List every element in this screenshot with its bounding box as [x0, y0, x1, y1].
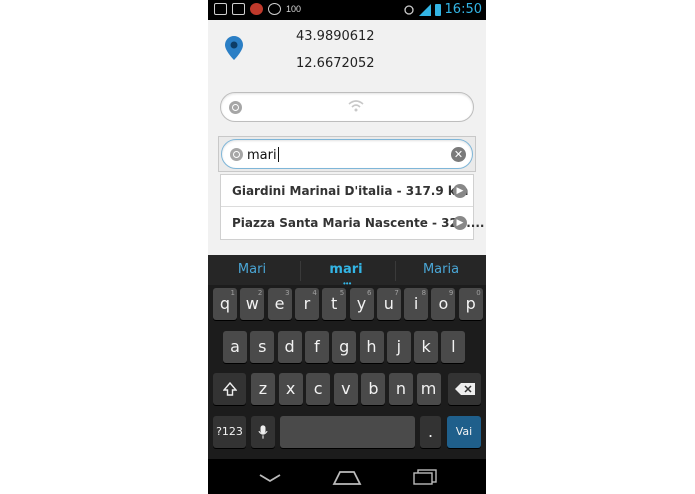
- notification-icons: 100: [214, 3, 301, 15]
- key-e[interactable]: 3e: [267, 288, 292, 320]
- image-icon: [232, 3, 245, 15]
- key-v[interactable]: v: [333, 373, 358, 405]
- prediction-center[interactable]: mari: [314, 262, 378, 277]
- prediction-bar: Mari mari Maria •••: [208, 255, 486, 288]
- clock: 16:50: [444, 2, 482, 17]
- suggestion-text: Piazza Santa Maria Nascente - 324....: [232, 216, 485, 230]
- sync-icon: [403, 4, 414, 15]
- latitude-value: 43.9890612: [296, 29, 375, 44]
- suggestion-text: Giardini Marinai D'italia - 317.9 km: [232, 184, 469, 198]
- backspace-key[interactable]: [448, 373, 481, 405]
- key-j[interactable]: j: [386, 331, 411, 363]
- key-t[interactable]: 5t: [322, 288, 347, 320]
- key-hint: 4: [312, 289, 317, 297]
- home-icon[interactable]: [332, 469, 362, 485]
- key-label: q: [219, 294, 231, 313]
- key-a[interactable]: a: [223, 331, 247, 363]
- battery-icon: [434, 3, 441, 16]
- key-hint: 5: [339, 289, 345, 297]
- prediction-divider: [395, 261, 396, 281]
- search-query: mari: [247, 148, 277, 163]
- symbols-key[interactable]: ?123: [213, 416, 246, 448]
- search-field-container: mari ✕: [218, 136, 476, 172]
- key-label: e: [274, 294, 285, 313]
- key-label: t: [331, 294, 338, 313]
- go-key[interactable]: Vai: [447, 416, 481, 448]
- backspace-icon: [454, 383, 475, 395]
- prediction-divider: [300, 261, 301, 281]
- chevron-right-icon: ▶: [453, 216, 467, 230]
- microphone-icon: [258, 425, 268, 439]
- key-k[interactable]: k: [414, 331, 439, 363]
- search-icon: [229, 101, 242, 114]
- suggestion-item[interactable]: Giardini Marinai D'italia - 317.9 km ▶: [221, 175, 473, 207]
- location-search-field[interactable]: [220, 92, 474, 122]
- key-hint: 9: [448, 289, 454, 297]
- prediction-right[interactable]: Maria: [408, 262, 474, 277]
- signal-icon: [418, 3, 431, 16]
- key-label: i: [413, 294, 419, 313]
- key-o[interactable]: 9o: [431, 288, 456, 320]
- soft-keyboard: Mari mari Maria ••• 1q2w3e4r5t6y7u8i9o0p…: [208, 255, 486, 459]
- key-hint: 6: [367, 289, 372, 297]
- key-h[interactable]: h: [359, 331, 384, 363]
- key-label: u: [383, 294, 394, 313]
- phone-screen: 100 16:50 43.9890612 12.6672052 mari ✕ G…: [208, 0, 486, 494]
- key-l[interactable]: l: [441, 331, 466, 363]
- key-hint: 3: [285, 289, 290, 297]
- period-key[interactable]: .: [420, 416, 441, 448]
- key-label: o: [438, 294, 449, 313]
- key-hint: 8: [421, 289, 427, 297]
- shift-icon: [221, 381, 238, 396]
- longitude-value: 12.6672052: [296, 56, 375, 71]
- key-u[interactable]: 7u: [376, 288, 401, 320]
- key-hint: 7: [394, 289, 399, 297]
- key-f[interactable]: f: [304, 331, 329, 363]
- suggestion-item[interactable]: Piazza Santa Maria Nascente - 324.... ▶: [221, 207, 484, 239]
- key-g[interactable]: g: [332, 331, 357, 363]
- key-label: r: [303, 294, 311, 313]
- key-s[interactable]: s: [250, 331, 275, 363]
- voice-input-key[interactable]: [251, 416, 275, 448]
- key-y[interactable]: 6y: [349, 288, 374, 320]
- navigation-bar: [208, 459, 486, 494]
- space-key[interactable]: [280, 416, 415, 448]
- key-q[interactable]: 1q: [213, 288, 237, 320]
- key-hint: 1: [230, 289, 235, 297]
- key-n[interactable]: n: [389, 373, 413, 405]
- key-c[interactable]: c: [306, 373, 331, 405]
- key-r[interactable]: 4r: [294, 288, 319, 320]
- app-notification-icon: [250, 3, 263, 15]
- clear-icon[interactable]: ✕: [451, 147, 466, 162]
- chevron-right-icon: ▶: [453, 184, 467, 198]
- key-m[interactable]: m: [416, 373, 441, 405]
- shift-key[interactable]: [213, 373, 246, 405]
- back-chevron-down-icon[interactable]: [258, 473, 282, 483]
- status-bar: 100 16:50: [208, 0, 486, 20]
- search-input[interactable]: mari ✕: [221, 139, 473, 169]
- prediction-left[interactable]: Mari: [220, 262, 284, 277]
- key-d[interactable]: d: [277, 331, 302, 363]
- key-w[interactable]: 2w: [240, 288, 265, 320]
- map-pin-icon: [225, 36, 243, 60]
- wifi-icon: [348, 100, 364, 112]
- key-x[interactable]: x: [278, 373, 303, 405]
- more-suggestions-icon: •••: [343, 279, 352, 288]
- search-icon: [230, 148, 243, 161]
- text-cursor: [277, 147, 279, 162]
- cat-icon: [268, 3, 281, 15]
- key-label: p: [465, 294, 476, 313]
- key-hint: 2: [257, 289, 263, 297]
- key-z[interactable]: z: [251, 373, 275, 405]
- notification-icon: [214, 3, 227, 15]
- key-i[interactable]: 8i: [404, 288, 429, 320]
- key-p[interactable]: 0p: [458, 288, 483, 320]
- notification-count: 100: [286, 4, 302, 14]
- key-label: y: [356, 294, 367, 313]
- suggestion-list: Giardini Marinai D'italia - 317.9 km ▶ P…: [220, 174, 484, 240]
- recent-apps-icon[interactable]: [412, 469, 438, 485]
- key-hint: 0: [476, 289, 481, 297]
- key-b[interactable]: b: [361, 373, 386, 405]
